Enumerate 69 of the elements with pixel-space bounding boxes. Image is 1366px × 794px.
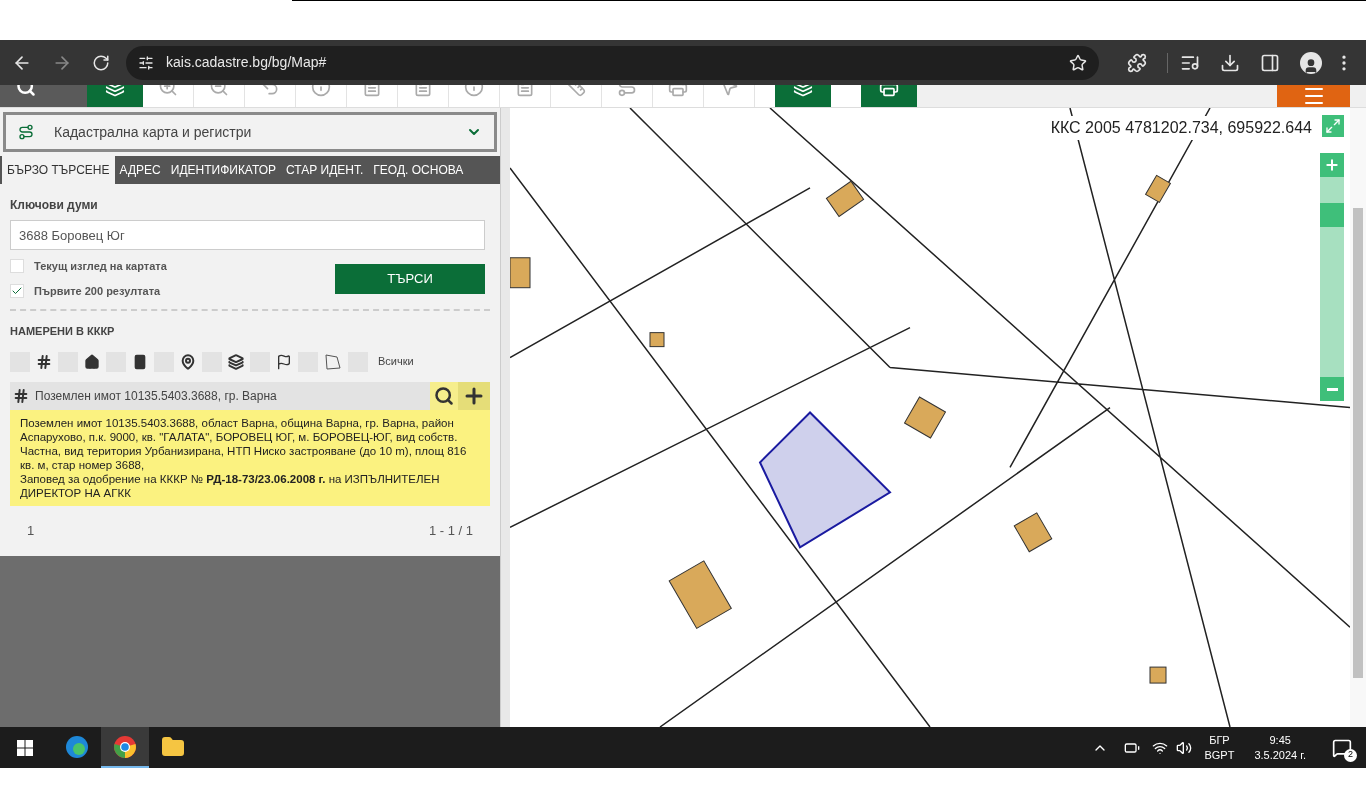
- notifications-icon[interactable]: [1332, 737, 1352, 758]
- result-range: 1 - 1 / 1: [428, 521, 473, 540]
- site-info-icon[interactable]: [138, 54, 154, 71]
- zoom-slider-thumb[interactable]: [1320, 203, 1344, 228]
- pin-icon: [180, 353, 196, 370]
- language-indicator[interactable]: БГР BGPT: [1204, 732, 1235, 763]
- plus-icon: [1324, 157, 1340, 173]
- side-panel-icon[interactable]: [1260, 52, 1280, 73]
- page-number[interactable]: 1: [27, 520, 35, 541]
- speaker-icon[interactable]: [1176, 739, 1193, 756]
- print-button[interactable]: [861, 85, 917, 107]
- approval-order: Заповед за одобрение на КККР № РД-18-73/23.06.2008 г. на ИЗПЪЛНИТЕЛЕН ДИРЕКТОР НА АГКК: [20, 471, 441, 500]
- bookmark-star-icon[interactable]: [1069, 53, 1087, 72]
- fullscreen-button[interactable]: [1322, 115, 1344, 137]
- polygon-icon: [324, 352, 342, 371]
- search-tool-button[interactable]: [0, 85, 87, 107]
- grid-icon: [36, 353, 52, 370]
- module-title: Кадастрална карта и регистри: [54, 122, 252, 142]
- zoom-to-result-button[interactable]: [430, 381, 458, 410]
- person-icon: [1303, 57, 1319, 74]
- search-button[interactable]: ТЪРСИ: [335, 263, 485, 294]
- windows-logo-icon[interactable]: [17, 739, 33, 756]
- checkbox[interactable]: [10, 283, 24, 298]
- taskbar-app[interactable]: [101, 727, 149, 768]
- option-label: Текущ изглед на картата: [34, 259, 167, 274]
- search-tab[interactable]: СТАР ИДЕНТ.: [281, 156, 369, 184]
- search-icon: [434, 385, 454, 406]
- module-selector[interactable]: Кадастрална карта и регистри: [3, 112, 497, 152]
- download-icon[interactable]: [1220, 52, 1240, 73]
- notification-count: 2: [1344, 748, 1357, 762]
- reload-icon[interactable]: [92, 53, 110, 72]
- map-view[interactable]: ККС 2005 4781202.734, 695922.644: [510, 108, 1350, 727]
- keywords-field[interactable]: 3688 Боровец Юг: [10, 220, 485, 250]
- grid-icon: [13, 387, 29, 404]
- url-text: kais.cadastre.bg/bg/Map#: [166, 53, 327, 72]
- route-icon: [18, 124, 34, 140]
- search-tab[interactable]: ГЕОД. ОСНОВА: [368, 156, 469, 184]
- toolbar-end: [1350, 85, 1366, 107]
- scrollbar[interactable]: [1350, 108, 1366, 727]
- layers-tool-button[interactable]: [87, 85, 143, 107]
- zoom-in-button[interactable]: [1320, 153, 1344, 177]
- scrollbar-thumb[interactable]: [1353, 208, 1363, 678]
- filter-label: Всички: [378, 354, 414, 370]
- search-tab[interactable]: ИДЕНТИФИКАТОР: [165, 156, 282, 184]
- flag-icon: [276, 353, 292, 370]
- door-icon: [132, 353, 148, 370]
- result-title: Поземлен имот 10135.5403.3688, гр. Варна: [35, 387, 278, 405]
- search-tab[interactable]: АДРЕС: [114, 156, 166, 184]
- clock[interactable]: 9:45 3.5.2024 г.: [1254, 732, 1306, 763]
- folder-icon: [161, 734, 185, 759]
- results-heading: НАМЕРЕНИ В КККР: [10, 324, 116, 339]
- keywords-label: Ключови думи: [10, 197, 99, 214]
- add-result-button[interactable]: [458, 381, 490, 410]
- extensions-icon[interactable]: [1127, 52, 1147, 73]
- result-header[interactable]: Поземлен имот 10135.5403.3688, гр. Варна: [10, 381, 490, 410]
- option-label: Първите 200 резултата: [34, 283, 161, 299]
- checkbox[interactable]: [10, 259, 24, 274]
- expand-icon: [1325, 118, 1341, 134]
- house-icon: [84, 353, 100, 370]
- menu-button[interactable]: [1277, 85, 1350, 107]
- layers-icon: [228, 353, 244, 370]
- zoom-out-button[interactable]: [1320, 377, 1344, 401]
- search-tab[interactable]: БЪРЗО ТЪРСЕНЕ: [2, 156, 115, 184]
- base-map-button[interactable]: [775, 85, 831, 107]
- address-bar[interactable]: kais.cadastre.bg/bg/Map#: [126, 45, 1099, 80]
- minus-icon: [1326, 387, 1338, 391]
- profile-avatar[interactable]: [1300, 51, 1322, 74]
- browser-logo-icon: [113, 734, 137, 759]
- panel-splitter[interactable]: [500, 108, 510, 727]
